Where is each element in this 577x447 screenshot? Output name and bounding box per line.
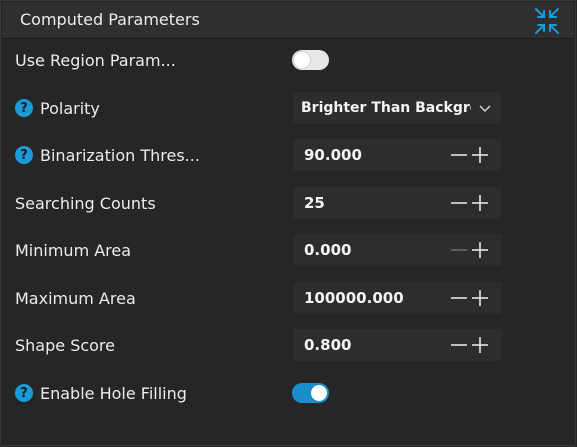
binarization-threshold-label: Binarization Thres... bbox=[40, 145, 200, 165]
shape-score-value[interactable]: 0.800 bbox=[304, 329, 351, 361]
maximum-area-stepper[interactable]: 100000.000 bbox=[293, 282, 502, 314]
decrement-icon[interactable] bbox=[450, 241, 468, 259]
shape-score-label: Shape Score bbox=[15, 335, 115, 355]
maximum-area-label: Maximum Area bbox=[15, 288, 136, 308]
increment-icon[interactable] bbox=[471, 289, 489, 307]
polarity-select[interactable]: Brighter Than Background bbox=[293, 92, 502, 124]
decrement-icon[interactable] bbox=[450, 194, 468, 212]
searching-counts-stepper[interactable]: 25 bbox=[293, 187, 502, 219]
binarization-threshold-row: ? Binarization Thres... 90.000 bbox=[1, 139, 575, 171]
shape-score-row: Shape Score 0.800 bbox=[1, 329, 575, 361]
polarity-label: Polarity bbox=[40, 98, 100, 118]
help-icon[interactable]: ? bbox=[15, 384, 33, 402]
use-region-param-label: Use Region Param... bbox=[15, 50, 176, 70]
decrement-icon[interactable] bbox=[450, 146, 468, 164]
increment-icon[interactable] bbox=[471, 336, 489, 354]
binarization-threshold-value[interactable]: 90.000 bbox=[304, 139, 362, 171]
polarity-row: ? Polarity Brighter Than Background bbox=[1, 92, 575, 124]
enable-hole-filling-row: ? Enable Hole Filling bbox=[1, 377, 575, 409]
increment-icon[interactable] bbox=[471, 146, 489, 164]
shape-score-stepper[interactable]: 0.800 bbox=[293, 329, 502, 361]
chevron-down-icon[interactable] bbox=[478, 101, 492, 115]
help-icon[interactable]: ? bbox=[15, 99, 33, 117]
minimum-area-value[interactable]: 0.000 bbox=[304, 234, 351, 266]
decrement-icon[interactable] bbox=[450, 336, 468, 354]
collapse-arrows-icon[interactable] bbox=[532, 6, 562, 36]
decrement-icon[interactable] bbox=[450, 289, 468, 307]
use-region-param-toggle[interactable] bbox=[292, 50, 329, 70]
maximum-area-row: Maximum Area 100000.000 bbox=[1, 282, 575, 314]
panel-header: Computed Parameters bbox=[2, 2, 574, 39]
increment-icon[interactable] bbox=[471, 194, 489, 212]
help-icon[interactable]: ? bbox=[15, 146, 33, 164]
binarization-threshold-stepper[interactable]: 90.000 bbox=[293, 139, 502, 171]
increment-icon[interactable] bbox=[471, 241, 489, 259]
enable-hole-filling-label: Enable Hole Filling bbox=[40, 383, 187, 403]
polarity-selected-value: Brighter Than Background bbox=[301, 100, 471, 116]
maximum-area-value[interactable]: 100000.000 bbox=[304, 282, 404, 314]
searching-counts-row: Searching Counts 25 bbox=[1, 187, 575, 219]
minimum-area-stepper[interactable]: 0.000 bbox=[293, 234, 502, 266]
minimum-area-row: Minimum Area 0.000 bbox=[1, 234, 575, 266]
panel-title: Computed Parameters bbox=[20, 10, 200, 29]
enable-hole-filling-toggle[interactable] bbox=[292, 383, 329, 403]
use-region-param-row: Use Region Param... bbox=[1, 44, 575, 76]
searching-counts-value[interactable]: 25 bbox=[304, 187, 325, 219]
minimum-area-label: Minimum Area bbox=[15, 240, 132, 260]
searching-counts-label: Searching Counts bbox=[15, 193, 156, 213]
computed-parameters-panel: Computed Parameters Use Region Param... … bbox=[0, 0, 576, 446]
